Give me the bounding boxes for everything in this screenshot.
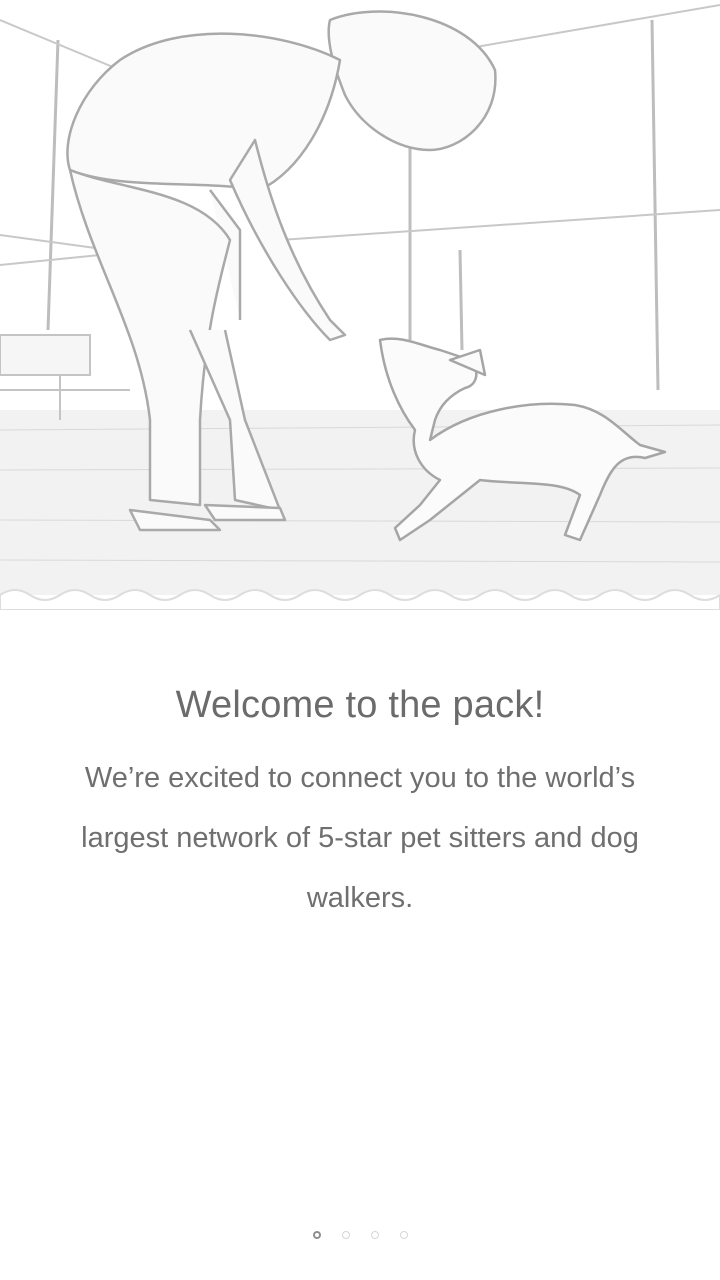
page-indicator[interactable] bbox=[0, 1228, 720, 1242]
page-indicator-dot-1[interactable] bbox=[312, 1231, 321, 1239]
page-indicator-dot-3[interactable] bbox=[370, 1231, 379, 1239]
hero-image bbox=[0, 0, 720, 610]
page-indicator-dot-2[interactable] bbox=[341, 1231, 350, 1239]
welcome-description: We’re excited to connect you to the worl… bbox=[81, 762, 639, 914]
onboarding-screen: Welcome to the pack! We’re excited to co… bbox=[0, 0, 720, 1280]
page-indicator-dot-4[interactable] bbox=[399, 1231, 408, 1239]
welcome-title: Welcome to the pack! bbox=[175, 684, 545, 726]
